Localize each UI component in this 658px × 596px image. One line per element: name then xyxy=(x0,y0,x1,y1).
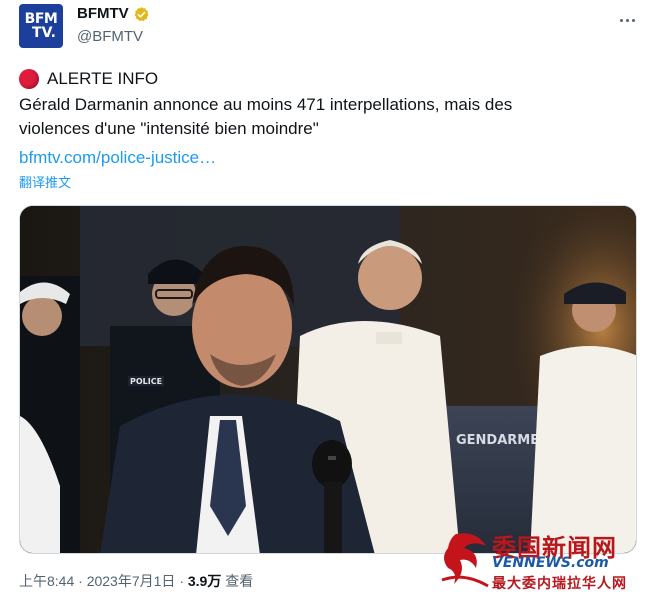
alert-label: ALERTE INFO xyxy=(47,69,159,88)
avatar[interactable]: BFM TV. xyxy=(19,4,63,48)
site-watermark: 委国新闻网 最大委内瑞拉华人网 VENNEWS.com xyxy=(436,526,658,596)
avatar-logo-text-top: BFM xyxy=(24,11,58,27)
tweet-photo[interactable]: GENDARMERIE POLICE xyxy=(19,205,637,554)
verified-badge-icon xyxy=(134,6,149,21)
meta-separator: · xyxy=(78,573,83,589)
tweet-date[interactable]: 2023年7月1日 xyxy=(87,573,176,589)
article-link[interactable]: bfmtv.com/police-justice… xyxy=(19,146,216,170)
police-badge: POLICE xyxy=(130,377,162,386)
photo-scene: GENDARMERIE POLICE xyxy=(20,206,636,553)
views-label: 查看 xyxy=(225,573,254,589)
translate-tweet-button[interactable]: 翻译推文 xyxy=(19,174,71,192)
avatar-logo-text-bottom: TV. xyxy=(32,25,56,41)
watermark-logo-icon xyxy=(441,533,489,588)
author-display-name[interactable]: BFMTV xyxy=(77,4,150,24)
watermark-domain: VENNEWS.com xyxy=(492,555,609,571)
tweet-metadata: 上午8:44 · 2023年7月1日 · 3.9万 查看 xyxy=(19,571,253,591)
alert-line: ALERTE INFO xyxy=(19,68,158,90)
gendarme-right xyxy=(530,346,636,553)
author-names: BFMTV @BFMTV xyxy=(77,4,150,48)
display-name-text: BFMTV xyxy=(77,5,129,22)
tweet-text-line-1: Gérald Darmanin annonce au moins 471 int… xyxy=(19,95,513,114)
tweet-time[interactable]: 上午8:44 xyxy=(19,573,74,589)
tweet-text: Gérald Darmanin annonce au moins 471 int… xyxy=(19,93,629,141)
watermark-slogan: 最大委内瑞拉华人网 xyxy=(492,575,627,591)
tweet-text-line-2: violences d'une "intensité bien moindre" xyxy=(19,119,319,138)
author-handle[interactable]: @BFMTV xyxy=(77,26,150,48)
more-options-icon[interactable] xyxy=(615,8,639,32)
red-circle-icon xyxy=(19,69,39,89)
views-count: 3.9万 xyxy=(187,573,222,589)
meta-separator-2: · xyxy=(179,573,184,589)
tweet-header: BFM TV. BFMTV @BFMTV xyxy=(19,0,639,52)
